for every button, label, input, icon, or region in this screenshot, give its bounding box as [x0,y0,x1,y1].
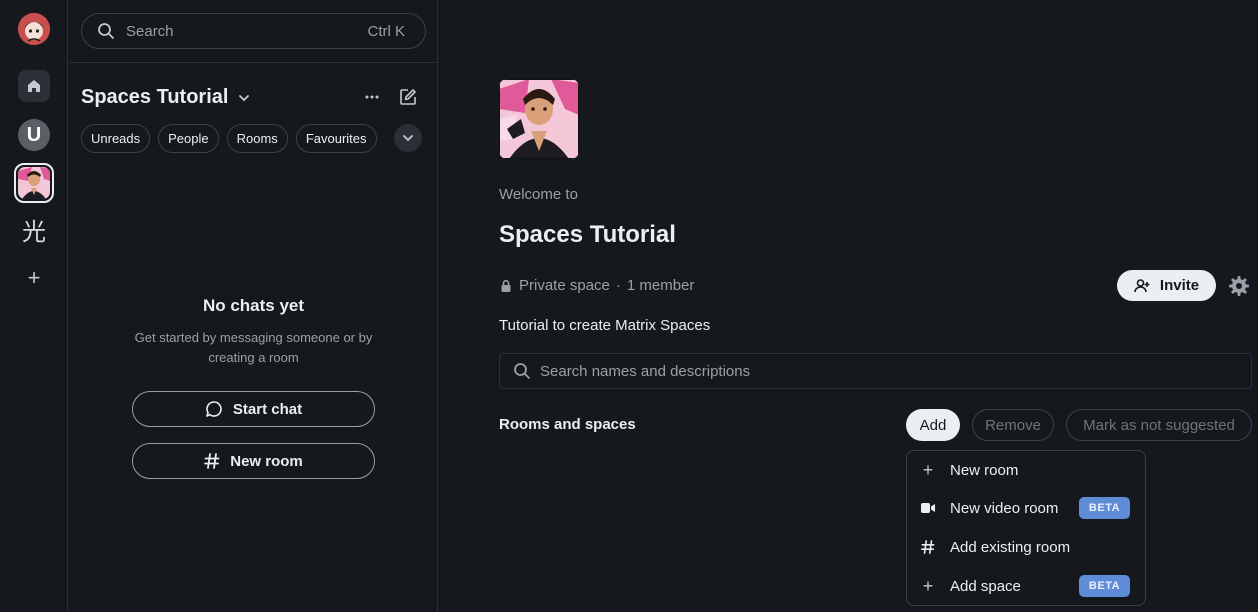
space-topic: Tutorial to create Matrix Spaces [499,317,711,334]
filter-unreads[interactable]: Unreads [81,124,151,153]
new-room-label: New room [230,452,303,470]
rooms-and-spaces-heading: Rooms and spaces [499,416,636,433]
search-button[interactable]: Search Ctrl K [81,13,426,49]
invite-button[interactable]: Invite [1117,270,1216,301]
space-kanji-avatar[interactable]: 光 [18,213,50,246]
chevron-down-icon [239,94,250,101]
create-space-button[interactable]: + [18,262,50,294]
empty-description: Get started by messaging someone or by c… [134,330,373,365]
hash-icon [921,540,935,554]
filter-rooms[interactable]: Rooms [226,124,288,153]
more-horizontal-icon [365,95,379,99]
compose-button[interactable] [397,86,419,108]
space-settings-button[interactable] [1228,275,1250,297]
add-button[interactable]: Add [906,409,960,441]
filter-people[interactable]: People [158,124,219,153]
search-placeholder: Search names and descriptions [540,362,751,380]
filter-bar: Unreads People Rooms Favourites [81,124,377,153]
space-u-avatar[interactable]: U [18,119,50,151]
menu-item-label: Add space [950,577,1021,595]
user-add-icon [1134,278,1150,292]
space-title: Spaces Tutorial [499,221,676,248]
search-icon [514,363,530,379]
menu-item-label: New video room [950,499,1059,517]
separator-dot: · [615,277,621,294]
space-menu-button[interactable]: Spaces Tutorial [81,86,252,109]
space-avatar [499,79,579,159]
menu-item-new-video-room[interactable]: New video room BETA [907,489,1145,527]
compose-icon [400,89,416,105]
user-avatar[interactable] [18,13,50,45]
space-privacy: Private space [519,277,610,294]
video-icon [921,501,935,515]
space-bar: U 光 + [0,0,68,612]
gear-icon [1229,276,1249,296]
menu-item-add-existing-room[interactable]: Add existing room [907,528,1145,566]
menu-item-label: Add existing room [950,538,1071,556]
chevron-down-icon [403,135,413,142]
space-spaces-tutorial-avatar[interactable] [14,163,54,203]
start-chat-label: Start chat [232,400,303,418]
mark-not-suggested-button[interactable]: Mark as not suggested [1066,409,1252,441]
search-icon [98,23,114,39]
lock-icon [501,279,511,292]
divider [69,62,438,63]
plus-icon: + [27,265,41,290]
plus-icon: + [922,459,934,480]
empty-title: No chats yet [202,296,305,315]
chat-bubble-icon [206,401,222,417]
beta-badge: BETA [1079,575,1130,597]
start-chat-button[interactable]: Start chat [132,391,375,427]
menu-item-label: New room [950,461,1019,479]
hash-icon [204,453,220,469]
expand-filters-button[interactable] [394,124,422,152]
home-button[interactable] [18,70,50,102]
add-dropdown-menu: + New room New video room BETA Add exist… [906,450,1146,606]
remove-button[interactable]: Remove [972,409,1054,441]
more-options-button[interactable] [361,86,383,108]
menu-item-add-space[interactable]: + Add space BETA [907,567,1145,605]
room-search-input[interactable]: Search names and descriptions [499,353,1252,389]
welcome-text: Welcome to [499,186,578,203]
plus-icon: + [922,575,934,596]
beta-badge: BETA [1079,497,1130,519]
search-shortcut: Ctrl K [367,22,406,40]
empty-state: No chats yet Get started by messaging so… [69,296,438,368]
menu-item-new-room[interactable]: + New room [907,451,1145,489]
search-label: Search [126,22,174,40]
room-list-title: Spaces Tutorial [81,86,229,108]
home-icon [28,80,40,92]
space-info: Private space · 1 member [499,277,694,294]
filter-favourites[interactable]: Favourites [295,124,377,153]
invite-label: Invite [1159,277,1200,294]
room-list-panel: Search Ctrl K Spaces Tutorial Unreads Pe… [69,0,438,612]
new-room-button[interactable]: New room [132,443,375,479]
member-count[interactable]: 1 member [627,277,695,294]
